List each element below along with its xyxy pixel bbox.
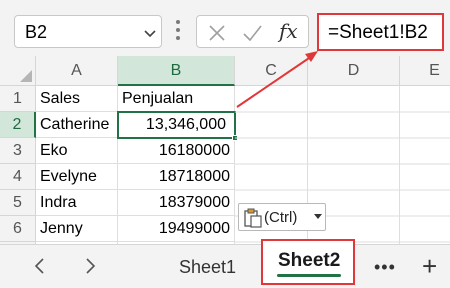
cell-a2[interactable]: Catherine [36,112,118,138]
checkmark-icon[interactable] [241,22,263,44]
paste-options-button[interactable]: (Ctrl) [238,203,326,231]
cell-a1[interactable]: Sales [36,86,118,112]
cell-b4[interactable]: 18718000 [118,164,235,190]
resize-handle[interactable] [175,20,181,42]
name-box[interactable]: B2 [14,15,162,48]
chevron-down-icon[interactable] [142,25,158,41]
formula-bar: B2 fx =Sheet1!B2 [0,0,450,56]
insert-function-button[interactable]: fx [279,19,298,43]
row-header-2[interactable]: 2 [0,112,36,138]
more-sheets-button[interactable]: ••• [374,257,396,278]
row-header-4[interactable]: 4 [0,164,36,190]
row-header-3[interactable]: 3 [0,138,36,164]
cell-b5[interactable]: 18379000 [118,190,235,216]
formula-text: =Sheet1!B2 [328,22,428,43]
clipboard-icon [244,208,262,228]
row-header-1[interactable]: 1 [0,86,36,112]
name-box-value: B2 [25,22,48,42]
column-header-d[interactable]: D [308,56,400,86]
tab-sheet2-label: Sheet2 [278,250,341,271]
column-header-c[interactable]: C [235,56,308,86]
select-all-button[interactable] [0,56,36,86]
tab-sheet1[interactable]: Sheet1 [179,257,236,278]
row-header-5[interactable]: 5 [0,190,36,216]
sheet-tab-bar: Sheet1 ••• + [0,244,450,288]
cell-a4[interactable]: Evelyne [36,164,118,190]
chevron-right-icon[interactable] [80,256,100,276]
column-header-b[interactable]: B [118,56,235,86]
column-header-a[interactable]: A [36,56,118,86]
add-sheet-button[interactable]: + [422,251,437,282]
cell-a6[interactable]: Jenny [36,216,118,242]
chevron-left-icon[interactable] [30,256,50,276]
active-tab-underline [277,274,341,277]
formula-buttons: fx [196,15,309,48]
cell-b1[interactable]: Penjualan [118,86,235,112]
paste-options-label: (Ctrl) [264,209,298,226]
chevron-down-icon [314,214,322,219]
cell-a3[interactable]: Eko [36,138,118,164]
x-icon[interactable] [206,22,228,44]
formula-input[interactable]: =Sheet1!B2 [317,13,444,51]
cell-b6[interactable]: 19499000 [118,216,235,242]
active-cell-border [117,111,236,139]
tab-sheet2[interactable]: Sheet2 [261,239,355,285]
worksheet-grid: A B C D E 1 2 3 4 5 6 7 Sales Catherine … [0,56,450,244]
column-header-e[interactable]: E [400,56,450,86]
row-header-6[interactable]: 6 [0,216,36,242]
cell-b3[interactable]: 16180000 [118,138,235,164]
cell-a5[interactable]: Indra [36,190,118,216]
fill-handle[interactable] [232,135,238,141]
